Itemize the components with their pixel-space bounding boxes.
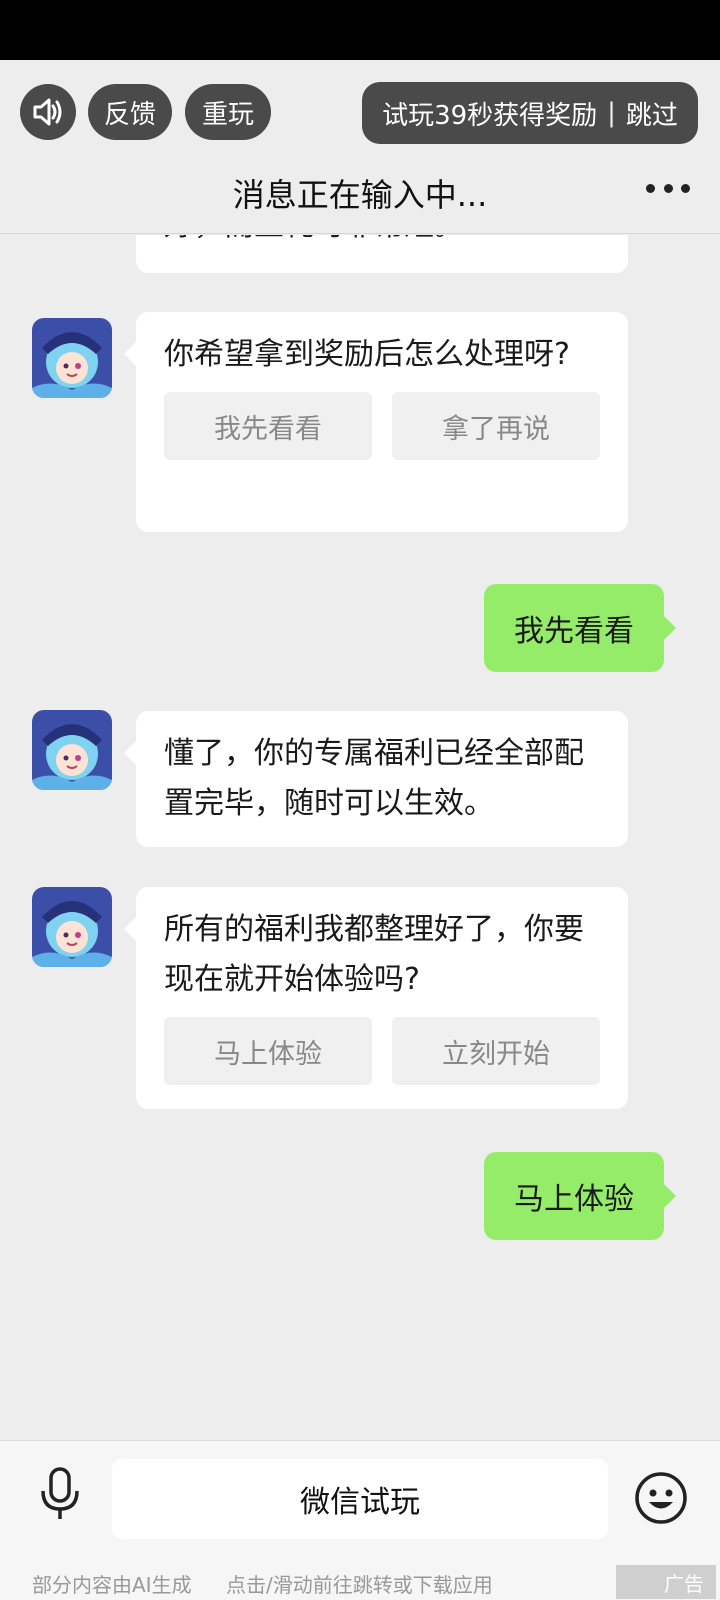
user-message-bubble: 我先看看 (484, 584, 676, 672)
avatar[interactable] (32, 710, 112, 790)
ad-label: 广告 (664, 1571, 704, 1596)
trial-countdown-text: 试玩39秒获得奖励 (382, 100, 598, 131)
option-button[interactable]: 我先看看 (164, 392, 372, 460)
option-button[interactable]: 马上体验 (164, 1017, 372, 1085)
message-text: 所有的福利我都整理好了，你要现在就开始体验吗? (164, 912, 584, 997)
avatar-image (32, 318, 112, 398)
option-row: 马上体验 立刻开始 (136, 1005, 628, 1105)
message-bubble: 所有的福利我都整理好了，你要现在就开始体验吗? 马上体验 立刻开始 (124, 887, 628, 1109)
message-bubble: 你希望拿到奖励后怎么处理呀? 我先看看 拿了再说 (124, 312, 628, 532)
action-note: 点击/滑动前往跳转或下载应用 (226, 1573, 493, 1597)
more-icon[interactable] (646, 178, 690, 198)
avatar[interactable] (32, 887, 112, 967)
ad-badge: 广告 (616, 1565, 716, 1599)
top-bar: 反馈 重玩 试玩39秒获得奖励 | 跳过 消息正在输入中... (0, 60, 720, 234)
user-message-bubble: 马上体验 (484, 1152, 676, 1240)
message-bubble-partial: 好，而且耗时非常短。 (136, 235, 628, 273)
message-text: 懂了，你的专属福利已经全部配置完毕，随时可以生效。 (164, 736, 584, 821)
chat-area[interactable]: 好，而且耗时非常短。 你希望拿到奖励后怎么处理呀? 我先看看 拿了再说 我 (0, 235, 720, 1440)
feedback-button[interactable]: 反馈 (88, 84, 172, 140)
separator: | (607, 98, 616, 128)
sound-button[interactable] (20, 84, 76, 140)
emoji-icon[interactable] (634, 1471, 688, 1525)
message-text: 好，而且耗时非常短。 (136, 235, 628, 251)
chat-title: 消息正在输入中... (232, 176, 488, 214)
skip-label: 跳过 (625, 100, 678, 131)
wechat-trial-button[interactable]: 微信试玩 (112, 1459, 608, 1539)
option-row: 我先看看 拿了再说 (136, 380, 628, 480)
trial-reward-skip-button[interactable]: 试玩39秒获得奖励 | 跳过 (362, 82, 698, 144)
page: 反馈 重玩 试玩39秒获得奖励 | 跳过 消息正在输入中... 好，而且耗时非常… (0, 0, 720, 1600)
message-text: 你希望拿到奖励后怎么处理呀? (164, 337, 570, 372)
message-bubble: 懂了，你的专属福利已经全部配置完毕，随时可以生效。 (124, 711, 628, 847)
status-bar (0, 0, 720, 60)
avatar-image (32, 710, 112, 790)
speaker-icon (33, 98, 62, 126)
bottom-bar: 微信试玩 部分内容由AI生成 点击/滑动前往跳转或下载应用 广告 (0, 1440, 720, 1600)
avatar[interactable] (32, 318, 112, 398)
option-button[interactable]: 立刻开始 (392, 1017, 600, 1085)
option-button[interactable]: 拿了再说 (392, 392, 600, 460)
replay-button[interactable]: 重玩 (185, 84, 271, 140)
ai-note: 部分内容由AI生成 (32, 1573, 192, 1597)
mic-icon[interactable] (36, 1467, 84, 1521)
avatar-image (32, 887, 112, 967)
